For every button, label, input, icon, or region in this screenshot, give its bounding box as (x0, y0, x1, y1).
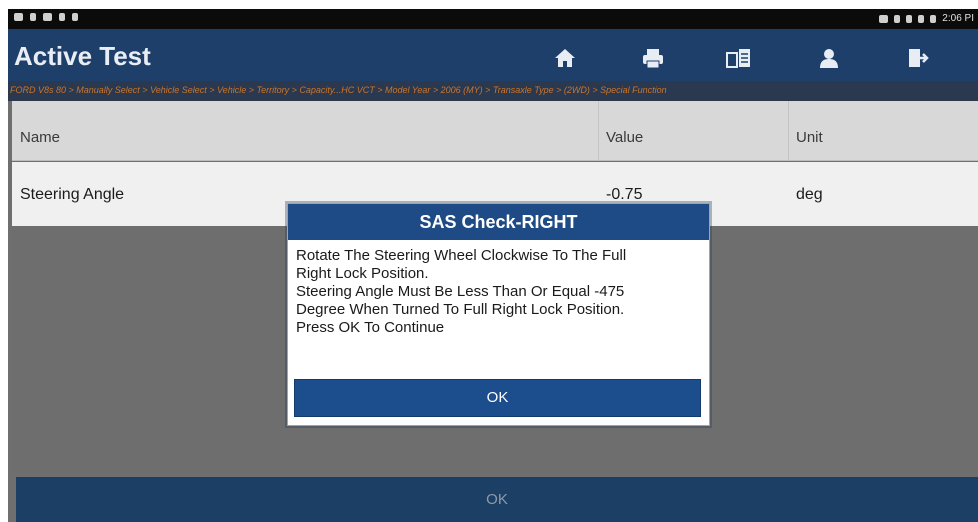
column-divider (598, 101, 599, 161)
app-header: Active Test (8, 29, 978, 87)
dialog-line: Degree When Turned To Full Right Lock Po… (296, 301, 625, 318)
status-icons-left (14, 13, 78, 21)
column-header-unit: Unit (796, 129, 823, 146)
notification-icon (14, 13, 23, 21)
wifi-icon (30, 13, 36, 21)
page-title: Active Test (14, 41, 151, 71)
print-icon[interactable] (638, 43, 668, 73)
bluetooth-icon (906, 14, 913, 23)
status-time: 2:06 PI (942, 13, 974, 24)
report-icon[interactable] (724, 43, 754, 73)
status-icons-right: 2:06 PI (879, 13, 974, 24)
screen-icon (879, 14, 889, 23)
signal-icon (918, 14, 925, 23)
row-value: -0.75 (606, 186, 643, 203)
app-window: 2:06 PI Active Test FORD V8s 80 > Manual… (8, 9, 978, 522)
user-icon[interactable] (814, 43, 844, 73)
media-icon (43, 13, 52, 21)
table-header: Name Value Unit (12, 101, 978, 161)
dialog-title: SAS Check-RIGHT (288, 204, 709, 240)
sas-check-dialog: SAS Check-RIGHT Rotate The Steering Whee… (287, 203, 710, 426)
dialog-line: Rotate The Steering Wheel Clockwise To T… (296, 247, 627, 264)
download-icon (72, 13, 78, 21)
row-unit: deg (796, 186, 823, 203)
battery-small-icon (59, 13, 65, 21)
dialog-line: Right Lock Position. (296, 265, 429, 282)
dialog-line: Press OK To Continue (296, 319, 445, 336)
status-bar: 2:06 PI (8, 9, 978, 29)
bottom-ok-button[interactable]: OK (16, 477, 978, 522)
dialog-line: Steering Angle Must Be Less Than Or Equa… (296, 283, 625, 300)
column-divider (788, 101, 789, 161)
location-icon (894, 14, 901, 23)
home-icon[interactable] (550, 43, 580, 73)
breadcrumb: FORD V8s 80 > Manually Select > Vehicle … (8, 81, 978, 101)
dialog-ok-button[interactable]: OK (294, 379, 701, 417)
battery-icon (930, 14, 937, 23)
dialog-message: Rotate The Steering Wheel Clockwise To T… (296, 247, 706, 337)
column-header-name: Name (20, 129, 61, 146)
exit-icon[interactable] (903, 43, 933, 73)
column-header-value: Value (606, 129, 644, 146)
row-name: Steering Angle (20, 186, 125, 203)
